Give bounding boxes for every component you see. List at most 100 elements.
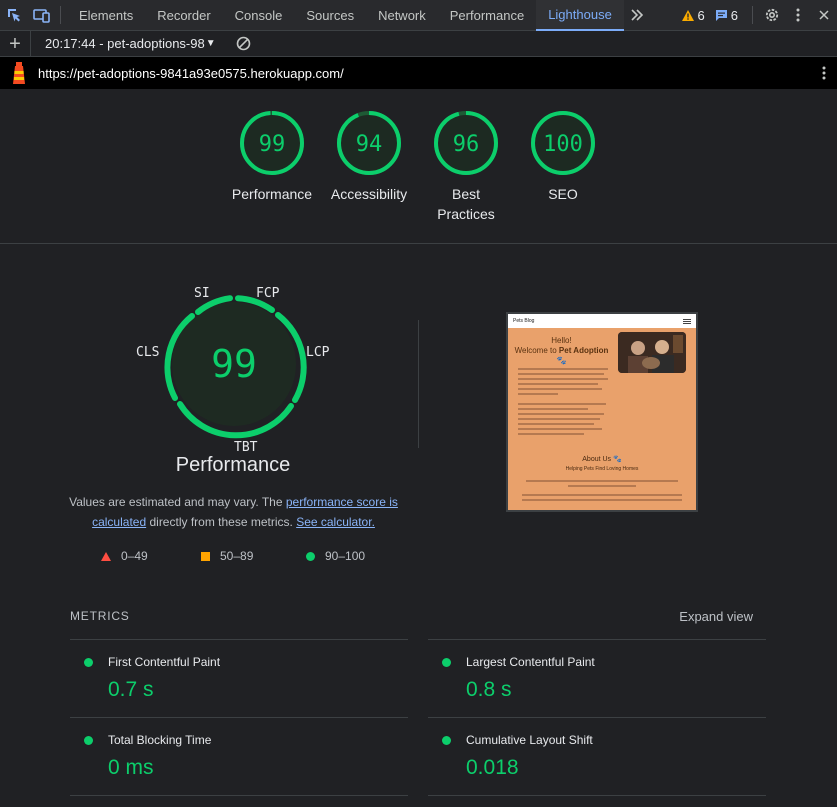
warnings-count: 6 [697,7,705,23]
gauge-label-cls[interactable]: CLS [136,345,159,360]
pass-icon [442,658,451,667]
gauge-label-lcp[interactable]: LCP [306,345,329,360]
gauge-label-fcp[interactable]: FCP [256,286,279,301]
divider [70,717,408,718]
gauge-label: Accessibility [330,186,408,202]
divider [70,795,408,796]
close-devtools-icon[interactable] [811,0,837,31]
square-icon [201,551,210,561]
gauge-accessibility[interactable]: 94 Accessibility [314,110,424,204]
thumb-hero-heading: Hello! Welcome to Pet Adoption 🐾 [514,336,609,366]
report-selector[interactable]: 20:17:44 - pet-adoptions-98 ▼ [30,30,216,57]
gauge-performance[interactable]: 99 Performance [217,110,327,204]
desc-text: Values are estimated and may vary. The [69,495,286,509]
clear-icon[interactable] [230,31,256,57]
performance-score: 99 [211,342,257,386]
toolbar-divider [752,6,753,24]
divider [70,639,408,640]
gauge-score: 99 [259,132,286,157]
gauge-score: 94 [356,132,383,157]
legend-fail: 0–49 [101,549,148,563]
thumb-welcome: Welcome to [514,346,557,355]
metric-value: 0.018 [466,756,519,779]
pass-icon [84,658,93,667]
tab-console[interactable]: Console [223,0,295,31]
tab-sources[interactable]: Sources [294,0,366,31]
messages-count: 6 [730,7,738,23]
legend-pass-label: 90–100 [325,549,366,563]
divider [428,795,766,796]
divider [418,320,419,448]
tab-network[interactable]: Network [366,0,438,31]
paw-icon: 🐾 [556,356,567,365]
pass-icon [442,736,451,745]
report-url: https://pet-adoptions-9841a93e0575.herok… [38,65,344,81]
metric-title: Total Blocking Time [108,733,212,747]
thumb-about-heading: About Us 🐾 [582,456,622,463]
gauge-score: 100 [543,132,583,157]
legend-fail-label: 0–49 [121,549,148,563]
lighthouse-toolbar: + 20:17:44 - pet-adoptions-98 ▼ [0,30,837,57]
devtools-tab-bar: Elements Recorder Console Sources Networ… [0,0,837,31]
metric-title: Largest Contentful Paint [466,655,595,669]
gauge-label: Best Practices [437,186,495,222]
divider [428,717,766,718]
report-url-bar: https://pet-adoptions-9841a93e0575.herok… [0,57,837,89]
score-summary: 99 Performance 94 Accessibility 96 Best … [0,89,837,244]
plus-icon[interactable]: + [0,31,30,57]
circle-icon [306,551,315,561]
pass-icon [84,736,93,745]
thumb-about-sub: Helping Pets Find Loving Homes [565,466,639,472]
gauge-best-practices[interactable]: 96 Best Practices [411,110,521,224]
gauge-score: 96 [453,132,480,157]
settings-icon[interactable] [759,0,785,31]
device-toolbar-icon[interactable] [28,0,56,31]
message-icon [715,9,727,21]
metric-value: 0.7 s [108,678,154,701]
performance-gauge: 99 SI FCP LCP TBT CLS [130,280,340,460]
legend-average: 50–89 [201,549,253,563]
gauge-label-si[interactable]: SI [194,286,210,301]
metric-value: 0 ms [108,756,154,779]
legend-pass: 90–100 [306,549,365,563]
kebab-menu-icon[interactable] [811,66,837,80]
thumb-site: Pet Adoption [558,346,609,355]
metric-value: 0.8 s [466,678,512,701]
divider [428,639,766,640]
triangle-icon [101,551,111,561]
tab-elements[interactable]: Elements [67,0,145,31]
desc-text: directly from these metrics. [146,515,297,529]
legend-average-label: 50–89 [220,549,254,563]
gauge-label: Performance [231,186,313,202]
toolbar-divider [60,6,61,24]
thumb-brand: Pets Blog [513,318,535,324]
metrics-heading: METRICS [70,609,130,623]
tab-performance[interactable]: Performance [438,0,536,31]
tab-lighthouse[interactable]: Lighthouse [536,0,624,31]
messages-badge[interactable]: 6 [715,8,738,23]
tab-recorder[interactable]: Recorder [145,0,222,31]
thumb-hero-image [618,332,686,373]
metric-title: Cumulative Layout Shift [466,733,593,747]
menu-icon [683,318,691,324]
warning-icon [681,9,694,21]
thumb-about: About Us [582,456,612,463]
performance-title: Performance [175,454,291,476]
expand-view-button[interactable]: Expand view [679,609,753,624]
see-calculator-link[interactable]: See calculator. [296,515,375,529]
kebab-menu-icon[interactable] [785,0,811,31]
performance-description: Values are estimated and may vary. The p… [60,492,407,532]
warnings-badge[interactable]: 6 [681,8,705,23]
inspect-icon[interactable] [0,0,28,31]
gauge-label: SEO [548,186,578,202]
gauge-label-tbt[interactable]: TBT [234,440,257,455]
thumb-hello: Hello! [551,336,572,345]
gauge-seo[interactable]: 100 SEO [508,110,618,204]
metric-title: First Contentful Paint [108,655,221,669]
more-tabs-icon[interactable] [624,0,650,31]
final-screenshot[interactable]: Pets Blog Hello! Welcome to Pet Adoption… [506,312,698,512]
chevron-down-icon: ▼ [205,38,216,49]
lighthouse-logo [0,57,38,89]
report-selector-label: 20:17:44 - pet-adoptions-98 [45,36,205,51]
thumb-navbar: Pets Blog [508,314,696,328]
